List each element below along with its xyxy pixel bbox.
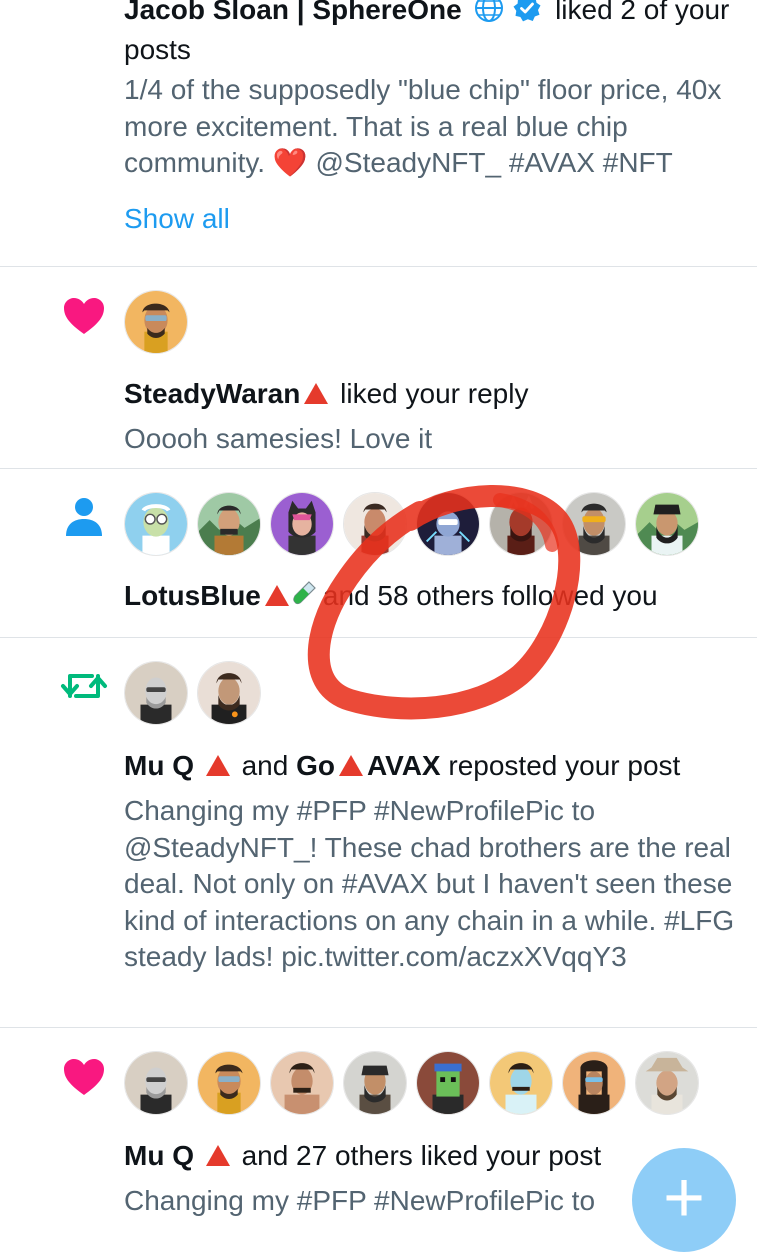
and-text: and [241,750,289,781]
avatar[interactable] [124,290,188,354]
red-triangle-icon [205,1145,230,1166]
avatar[interactable] [197,1051,261,1115]
avatar-row [124,290,188,354]
notification-headline: Mu Q and Go AVAX reposted your post [124,748,737,784]
test-tube-icon [293,580,317,617]
person-icon [66,498,102,536]
red-triangle-icon [205,755,230,776]
avatar[interactable] [562,492,626,556]
notification-action: reposted your post [448,750,681,781]
red-triangle-icon [338,755,363,776]
avatar[interactable] [343,492,407,556]
globe-icon [474,0,504,32]
avatar[interactable] [270,1051,334,1115]
user-name[interactable]: Mu Q [124,750,194,781]
notification-action: liked your reply [340,378,529,409]
verified-badge-icon [513,0,541,31]
avatar[interactable] [416,492,480,556]
avatar[interactable] [270,492,334,556]
notification-action-cont: posts [124,34,191,65]
post-snippet: Changing my #PFP #NewProfilePic to @Stea… [124,795,735,972]
avatar[interactable] [197,492,261,556]
avatar[interactable] [416,1051,480,1115]
notification-headline: LotusBlue and 58 others followed you [124,578,737,617]
user-name[interactable]: Jacob Sloan | SphereOne [124,0,462,25]
avatar[interactable] [635,1051,699,1115]
avatar[interactable] [197,661,261,725]
avatar[interactable] [124,492,188,556]
avatar-row [124,661,261,725]
notification-repost[interactable]: Mu Q and Go AVAX reposted your post Chang… [0,638,757,1027]
compose-button[interactable]: + [632,1148,736,1252]
notification-headline: Jacob Sloan | SphereOne liked 2 of your … [124,0,737,68]
notification-action: and 27 others liked your post [241,1140,602,1171]
user-name[interactable]: LotusBlue [124,580,261,611]
avatar-row [124,1051,699,1115]
notification-steadywaran[interactable]: SteadyWaran liked your reply Ooooh sames… [0,267,757,468]
avatar[interactable] [562,1051,626,1115]
avatar[interactable] [124,661,188,725]
post-snippet: Ooooh samesies! Love it [124,423,433,454]
avatar-row [124,492,699,556]
red-triangle-icon [264,585,289,606]
show-all-link[interactable]: Show all [124,201,230,237]
avatar[interactable] [489,492,553,556]
user-name[interactable]: Go [296,750,335,781]
red-triangle-icon [304,383,329,404]
avatar[interactable] [343,1051,407,1115]
notification-jacob-sloan[interactable]: Jacob Sloan | SphereOne liked 2 of your … [0,0,757,266]
user-name-suffix[interactable]: AVAX [367,750,441,781]
notification-action: and 58 others followed you [322,580,658,611]
user-name[interactable]: SteadyWaran [124,378,300,409]
notification-action: liked 2 of your [555,0,730,25]
notification-headline: SteadyWaran liked your reply [124,376,737,412]
avatar[interactable] [489,1051,553,1115]
notification-followers[interactable]: LotusBlue and 58 others followed you [0,469,757,637]
heart-icon [64,298,104,334]
user-name[interactable]: Mu Q [124,1140,194,1171]
avatar[interactable] [124,1051,188,1115]
heart-icon [64,1059,104,1095]
repost-icon [61,674,107,698]
avatar[interactable] [635,492,699,556]
post-snippet: 1/4 of the supposedly "blue chip" floor … [124,74,722,178]
